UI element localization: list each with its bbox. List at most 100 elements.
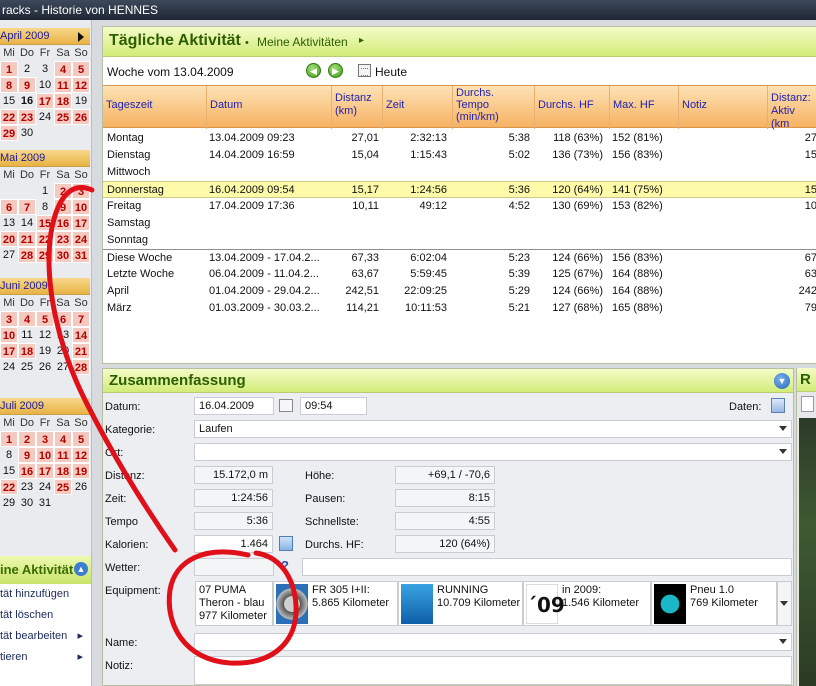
calendar-day[interactable]: 3 xyxy=(36,431,54,447)
datum-calendar-icon[interactable] xyxy=(279,399,293,412)
next-week-button[interactable]: ▶ xyxy=(328,63,343,78)
col-tempo[interactable]: Durchs. Tempo (min/km) xyxy=(452,86,534,129)
calendar-day[interactable]: 26 xyxy=(36,359,54,375)
ort-select[interactable] xyxy=(194,443,792,461)
kategorie-select[interactable]: Laufen xyxy=(194,420,792,438)
calendar-day[interactable]: 17 xyxy=(36,93,54,109)
calendar-day[interactable]: 10 xyxy=(0,327,18,343)
calendar-day[interactable]: 29 xyxy=(0,125,18,141)
distanz-field[interactable]: 15.172,0 m xyxy=(194,466,273,484)
equipment-item[interactable]: RUNNING 10.709 Kilometer xyxy=(398,581,523,626)
calendar-day[interactable]: 10 xyxy=(36,77,54,93)
calendar-day[interactable]: 2 xyxy=(18,431,36,447)
calendar-day[interactable]: 25 xyxy=(54,479,72,495)
calendar-day[interactable]: 12 xyxy=(36,327,54,343)
table-row[interactable]: Samstag xyxy=(103,215,816,232)
calendar-day[interactable]: 27 xyxy=(54,359,72,375)
schnellste-field[interactable]: 4:55 xyxy=(395,512,495,530)
chevron-down-icon[interactable] xyxy=(779,449,787,454)
calendar-day[interactable]: 5 xyxy=(72,431,90,447)
map-view[interactable] xyxy=(799,418,816,686)
col-zeit[interactable]: Zeit xyxy=(382,86,452,129)
calendar-day[interactable]: 17 xyxy=(36,463,54,479)
calendar-day[interactable]: 27 xyxy=(0,247,18,263)
name-select[interactable] xyxy=(194,633,792,651)
calendar-day[interactable]: 6 xyxy=(54,311,72,327)
calendar-day[interactable]: 10 xyxy=(36,447,54,463)
calendar-day[interactable]: 6 xyxy=(0,199,18,215)
calendar-day[interactable]: 11 xyxy=(18,327,36,343)
calendar-day[interactable]: 2 xyxy=(18,61,36,77)
pointer-tool-icon[interactable] xyxy=(801,396,814,412)
calendar-day[interactable]: 12 xyxy=(72,447,90,463)
equipment-item[interactable]: Pneu 1.0 769 Kilometer xyxy=(651,581,777,626)
calendar-day[interactable]: 13 xyxy=(0,215,18,231)
my-activity-header[interactable]: ine Aktivität ▲ xyxy=(0,556,91,584)
time-field[interactable]: 09:54 xyxy=(300,397,367,415)
right-panel-header[interactable]: R xyxy=(797,368,816,392)
calendar-day[interactable]: 15 xyxy=(0,463,18,479)
calendar-day[interactable]: 20 xyxy=(0,231,18,247)
calendar-day[interactable]: 9 xyxy=(18,77,36,93)
chevron-down-icon[interactable] xyxy=(779,426,787,431)
calendar-day[interactable]: 20 xyxy=(54,343,72,359)
datum-field[interactable]: 16.04.2009 xyxy=(194,397,274,415)
zeit-field[interactable]: 1:24:56 xyxy=(194,489,273,507)
calendar-day[interactable]: 9 xyxy=(54,199,72,215)
equipment-item[interactable]: 07 PUMA Theron - blau 977 Kilometer xyxy=(195,581,273,626)
calendar-day[interactable]: 15 xyxy=(36,215,54,231)
calendar-day[interactable]: 8 xyxy=(36,199,54,215)
calendar-day[interactable]: 24 xyxy=(72,231,90,247)
calendar-day[interactable]: 29 xyxy=(36,247,54,263)
calendar-day[interactable]: 3 xyxy=(72,183,90,199)
calendar-day[interactable]: 11 xyxy=(54,77,72,93)
calendar-day[interactable]: 5 xyxy=(72,61,90,77)
calendar-day[interactable]: 22 xyxy=(0,479,18,495)
calendar-day[interactable]: 17 xyxy=(72,215,90,231)
chevron-down-icon[interactable] xyxy=(779,639,787,644)
calendar-day[interactable]: 16 xyxy=(54,215,72,231)
calendar-day[interactable]: 23 xyxy=(18,109,36,125)
calendar-day[interactable]: 30 xyxy=(18,125,36,141)
equipment-item[interactable]: ´09 in 2009: 1.546 Kilometer xyxy=(523,581,651,626)
table-row[interactable]: Sonntag xyxy=(103,232,816,249)
calendar-day[interactable]: 10 xyxy=(72,199,90,215)
calendar-day[interactable]: 5 xyxy=(36,311,54,327)
summary-row[interactable]: Letzte Woche 06.04.2009 - 11.04.2... 63,67… xyxy=(103,266,816,283)
table-row[interactable]: Mittwoch xyxy=(103,164,816,181)
table-row[interactable]: Donnerstag 16.04.2009 09:54 15,17 1:24:56 5:… xyxy=(103,181,816,198)
table-row[interactable]: Freitag 17.04.2009 17:36 10,11 49:12 4:52 130… xyxy=(103,198,816,215)
calendar-day[interactable]: 14 xyxy=(72,327,90,343)
wetter-field[interactable] xyxy=(194,558,274,576)
col-hf[interactable]: Durchs. HF xyxy=(534,86,609,129)
equipment-item[interactable]: FR 305 I+II: 5.865 Kilometer xyxy=(273,581,398,626)
previous-week-button[interactable]: ◀ xyxy=(306,63,321,78)
hf-field[interactable]: 120 (64%) xyxy=(395,535,495,553)
tempo-field[interactable]: 5:36 xyxy=(194,512,273,530)
calendar-day[interactable]: 1 xyxy=(36,183,54,199)
calendar-day[interactable]: 26 xyxy=(72,109,90,125)
calendar-day[interactable]: 19 xyxy=(36,343,54,359)
calendar-day[interactable]: 18 xyxy=(18,343,36,359)
calendar-day[interactable]: 18 xyxy=(54,463,72,479)
pausen-field[interactable]: 8:15 xyxy=(395,489,495,507)
calendar-day[interactable]: 26 xyxy=(72,479,90,495)
calendar-day[interactable]: 25 xyxy=(54,109,72,125)
wetter-details-field[interactable] xyxy=(302,558,792,576)
calendar-day[interactable]: 28 xyxy=(72,359,90,375)
chevron-down-icon[interactable] xyxy=(780,601,788,606)
calendar-day[interactable]: 1 xyxy=(0,61,18,77)
calendar-day[interactable]: 30 xyxy=(54,247,72,263)
col-notiz[interactable]: Notiz xyxy=(678,86,767,129)
calendar-day[interactable]: 30 xyxy=(18,495,36,511)
sidebar-action-item[interactable]: tät bearbeiten ▸ xyxy=(0,626,91,647)
calendar-day[interactable]: 1 xyxy=(0,431,18,447)
notiz-field[interactable] xyxy=(194,656,792,685)
calendar-day[interactable]: 4 xyxy=(18,311,36,327)
calendar-day[interactable]: 18 xyxy=(54,93,72,109)
calendar-day[interactable]: 15 xyxy=(0,93,18,109)
col-tageszeit[interactable]: Tageszeit xyxy=(103,86,206,129)
calendar-day[interactable]: 2 xyxy=(54,183,72,199)
breadcrumb-my-activities[interactable]: Meine Aktivitäten xyxy=(257,35,348,49)
calendar-day[interactable]: 4 xyxy=(54,61,72,77)
